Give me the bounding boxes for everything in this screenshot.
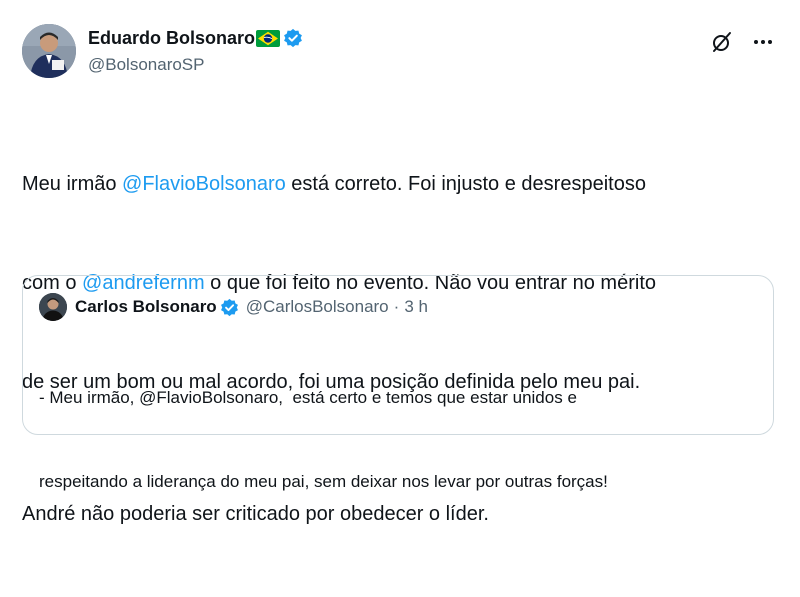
quoted-line-2: respeitando a liderança do meu pai, sem … [39,472,608,491]
text-segment: Meu irmão [22,173,123,195]
text-segment: está correto. Foi injusto e desrespeitos… [285,173,646,195]
tweet-card[interactable]: Eduardo Bolsonaro @BolsonaroSP Meu irmão… [0,0,800,525]
grok-icon[interactable] [710,30,734,54]
quoted-author-avatar [39,293,67,321]
verified-badge-icon [220,298,239,317]
more-icon[interactable] [752,31,774,53]
verified-badge-icon[interactable] [283,28,303,48]
author-name-row: Eduardo Bolsonaro [88,26,303,50]
tweet-header: Eduardo Bolsonaro @BolsonaroSP [88,26,303,75]
quoted-tweet[interactable]: Carlos Bolsonaro @CarlosBolsonaro · 3 h … [22,275,774,491]
author-avatar[interactable] [22,24,76,78]
tweet-actions [710,30,774,54]
quoted-timestamp: 3 h [404,297,428,316]
quoted-author-name: Carlos Bolsonaro [75,297,217,316]
quoted-author-handle: @CarlosBolsonaro [245,297,389,316]
tweet-line-1: Meu irmão @FlavioBolsonaro está correto.… [22,168,782,201]
mention-link-flavio[interactable]: @FlavioBolsonaro [122,173,286,195]
quoted-line-1: - Meu irmão, @FlavioBolsonaro, está cert… [39,388,577,407]
author-name[interactable]: Eduardo Bolsonaro [88,28,255,49]
quoted-tweet-header: Carlos Bolsonaro @CarlosBolsonaro · 3 h [39,293,428,321]
brazil-flag-icon [256,29,281,47]
separator-dot: · [393,297,400,316]
quoted-tweet-text: - Meu irmão, @FlavioBolsonaro, está cert… [39,328,759,552]
author-handle[interactable]: @BolsonaroSP [88,55,303,75]
